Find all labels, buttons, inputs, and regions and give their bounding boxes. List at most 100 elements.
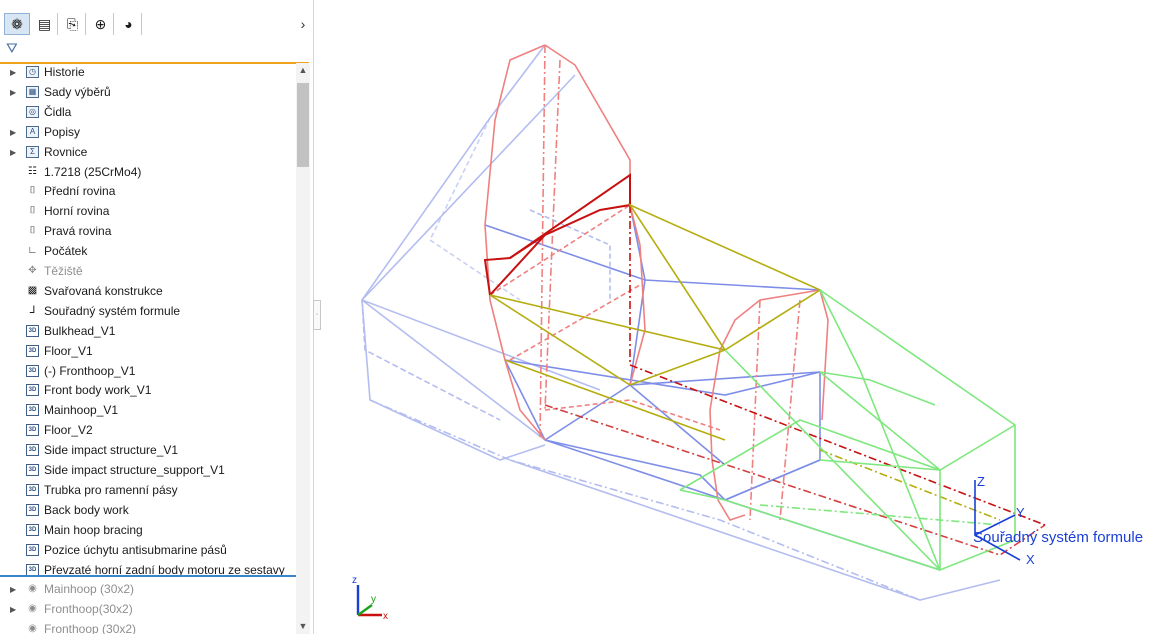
structural-member-icon: ◉	[28, 603, 37, 615]
tree-item[interactable]: ✥ Těžiště	[0, 262, 296, 281]
feature-tree-panel: ❁ ▤ ⎘ ⊕ ◕ › ⛛ ▶ ◷ Historie ▶ ▦ Sady výběrů ◎ Čidla ▶…	[0, 0, 314, 634]
csys-x-label: X	[1026, 552, 1035, 567]
tree-item[interactable]: ⌷ Přední rovina	[0, 182, 296, 201]
side-impact-structure-sketch[interactable]	[819, 449, 1001, 521]
front-body-work-sketch[interactable]	[361, 74, 576, 301]
tree-item[interactable]: ▶ ▦ Sady výběrů	[0, 83, 296, 102]
back-body-work-sketch[interactable]	[819, 371, 936, 406]
scroll-up-arrow-icon[interactable]: ▲	[296, 65, 310, 77]
tree-item-label: Popisy	[44, 124, 81, 139]
bulkhead-sketch[interactable]	[483, 173, 631, 296]
filter-icon[interactable]: ⛛	[6, 40, 18, 57]
tree-item[interactable]: ▶ ◷ Historie	[0, 63, 296, 82]
3d-sketch-icon: 3D	[26, 483, 39, 496]
tree-item-label: Bulkhead_V1	[44, 323, 116, 338]
tree-item[interactable]: ▶ ◉ Fronthoop(30x2)	[0, 600, 296, 619]
tree-item[interactable]: ⌷ Horní rovina	[0, 202, 296, 221]
expand-arrow-icon[interactable]: ▶	[10, 83, 16, 102]
tree-item[interactable]: ▶ ◉ Mainhoop (30x2)	[0, 580, 296, 599]
3d-sketch-icon: 3D	[26, 384, 39, 397]
tree-item-label: 1.7218 (25CrMo4)	[44, 164, 142, 179]
3d-sketch-icon: 3D	[26, 464, 39, 476]
tree-item[interactable]: ▶ A Popisy	[0, 123, 296, 142]
tree-item-label: Fronthoop (30x2)	[44, 622, 137, 634]
tree-item[interactable]: 3D Side impact structure_support_V1	[0, 461, 296, 480]
front-body-work-sketch[interactable]	[369, 399, 921, 601]
tree-item[interactable]: 3D Side impact structure_V1	[0, 441, 296, 460]
tree-item[interactable]: ▶ Σ Rovnice	[0, 143, 296, 162]
tree-item[interactable]: 3D Mainhoop_V1	[0, 401, 296, 420]
tree-item[interactable]: 3D Front body work_V1	[0, 381, 296, 400]
tree-item[interactable]: ∟ Počátek	[0, 242, 296, 261]
display-manager-icon[interactable]: ◕	[116, 13, 142, 35]
scroll-thumb[interactable]	[297, 83, 309, 167]
coordinate-system-icon: ⅃	[29, 304, 36, 316]
bulkhead-sketch[interactable]	[544, 404, 1046, 556]
tree-item[interactable]: 3D (-) Fronthoop_V1	[0, 362, 296, 381]
panel-splitter-handle[interactable]: ◦	[313, 300, 321, 330]
tree-item[interactable]: 3D Bulkhead_V1	[0, 322, 296, 341]
mainhoop-sketch[interactable]	[819, 289, 829, 421]
3d-sketch-icon: 3D	[26, 424, 39, 437]
tree-item-label: Pravá rovina	[44, 224, 112, 239]
tree-item[interactable]: 3D Trubka pro ramenní pásy	[0, 481, 296, 500]
structural-member-icon: ◉	[28, 623, 37, 634]
tree-item[interactable]: ◉ Fronthoop (30x2)	[0, 620, 296, 634]
floor-sketch[interactable]	[484, 224, 821, 291]
expand-arrow-icon[interactable]: ▶	[10, 63, 16, 82]
tree-item[interactable]: ☷ 1.7218 (25CrMo4)	[0, 163, 296, 182]
property-manager-icon[interactable]: ▤	[32, 13, 58, 35]
expand-arrow-icon[interactable]: ▶	[10, 123, 16, 142]
tree-scrollbar[interactable]: ▲ ▼	[296, 63, 310, 634]
tree-item[interactable]: ▩ Svařovaná konstrukce	[0, 282, 296, 301]
tabs-more-arrow-icon[interactable]: ›	[294, 13, 312, 35]
front-body-work-sketch[interactable]	[361, 299, 501, 421]
back-body-work-sketch[interactable]	[679, 489, 726, 501]
scroll-down-arrow-icon[interactable]: ▼	[296, 621, 310, 633]
tree-item[interactable]: ⅃ Souřadný systém formule	[0, 302, 296, 321]
back-body-work-sketch[interactable]	[819, 289, 1016, 540]
configuration-manager-icon[interactable]: ⎘	[60, 13, 86, 35]
floor-sketch[interactable]	[724, 459, 821, 501]
side-impact-structure-sketch[interactable]	[504, 359, 726, 441]
fronthoop-sketch[interactable]	[544, 399, 721, 431]
3d-sketch-icon: 3D	[26, 523, 39, 536]
tree-item-label: Historie	[44, 65, 85, 79]
tree-item[interactable]: 3D Pozice úchytu antisubmarine pásů	[0, 541, 296, 560]
tree-item[interactable]: 3D Back body work	[0, 501, 296, 520]
tree-item-label: Sady výběrů	[44, 84, 111, 99]
front-body-work-sketch[interactable]	[361, 299, 601, 391]
mini-triad-y-axis[interactable]	[357, 604, 373, 616]
tree-item-label: Floor_V2	[44, 423, 93, 438]
tree-filter-bar[interactable]: ⛛	[0, 38, 309, 64]
expand-arrow-icon[interactable]: ▶	[10, 600, 16, 619]
3d-sketch-icon: 3D	[26, 344, 39, 357]
material-icon: ☷	[28, 165, 37, 177]
tree-item[interactable]: ◎ Čidla	[0, 103, 296, 122]
sensor-icon: ◎	[26, 105, 39, 118]
tree-item[interactable]: 3D Floor_V2	[0, 421, 296, 440]
front-body-work-sketch[interactable]	[428, 117, 521, 301]
tree-item-label: Horní rovina	[44, 204, 110, 219]
tree-item-label: Back body work	[44, 502, 129, 517]
plane-icon: ⌷	[29, 185, 36, 197]
back-body-work-sketch[interactable]	[819, 371, 1016, 471]
3d-sketch-icon: 3D	[26, 404, 39, 417]
tree-item-label: Floor_V1	[44, 343, 93, 358]
dimxpert-icon[interactable]: ⊕	[88, 13, 114, 35]
tree-item[interactable]: ⌷ Pravá rovina	[0, 222, 296, 241]
tree-item-label: Pozice úchytu antisubmarine pásů	[44, 542, 227, 557]
rollback-bar[interactable]	[0, 575, 296, 577]
fronthoop-sketch[interactable]	[489, 204, 631, 296]
tree-item[interactable]: 3D Floor_V1	[0, 342, 296, 361]
fronthoop-sketch[interactable]	[539, 44, 546, 441]
front-body-work-sketch[interactable]	[361, 299, 546, 441]
expand-arrow-icon[interactable]: ▶	[10, 580, 16, 599]
coordinate-system-label: Souřadný systém formule	[973, 529, 1144, 546]
expand-arrow-icon[interactable]: ▶	[10, 143, 16, 162]
back-body-work-sketch[interactable]	[724, 499, 941, 571]
floor-sketch[interactable]	[544, 372, 821, 501]
tree-item[interactable]: 3D Main hoop bracing	[0, 521, 296, 540]
feature-manager-icon[interactable]: ❁	[4, 13, 30, 35]
side-impact-structure-sketch[interactable]	[489, 203, 822, 351]
